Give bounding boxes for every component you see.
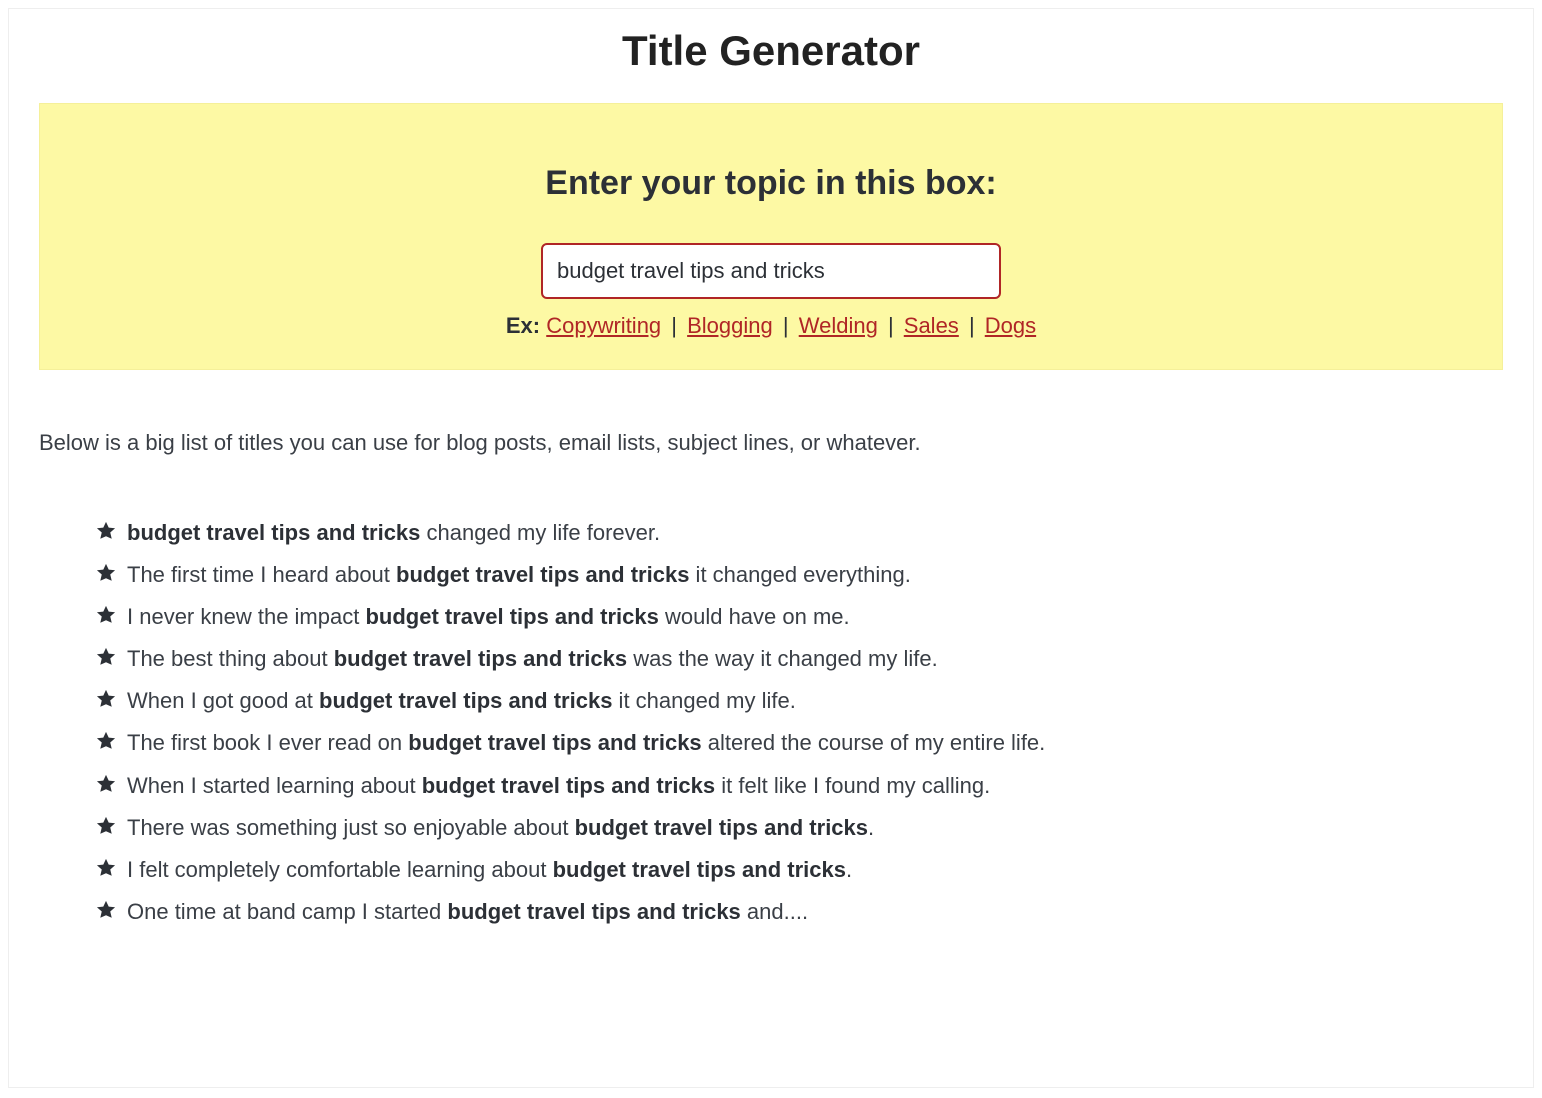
list-item: The first book I ever read on budget tra…	[95, 726, 1503, 760]
topic-entry-box: Enter your topic in this box: Ex: Copywr…	[39, 103, 1503, 370]
intro-text: Below is a big list of titles you can us…	[39, 430, 1503, 456]
title-before-text: When I got good at	[127, 688, 319, 713]
title-after-text: changed my life forever.	[420, 520, 660, 545]
star-icon[interactable]	[95, 644, 117, 666]
title-topic: budget travel tips and tricks	[447, 899, 740, 924]
title-after-text: altered the course of my entire life.	[702, 730, 1046, 755]
list-item: When I got good at budget travel tips an…	[95, 684, 1503, 718]
example-link-dogs[interactable]: Dogs	[985, 313, 1036, 338]
list-item: The first time I heard about budget trav…	[95, 558, 1503, 592]
title-after-text: .	[868, 815, 874, 840]
topic-input[interactable]	[541, 243, 1001, 299]
example-link-welding[interactable]: Welding	[799, 313, 878, 338]
star-icon[interactable]	[95, 771, 117, 793]
example-link-copywriting[interactable]: Copywriting	[546, 313, 661, 338]
list-item: One time at band camp I started budget t…	[95, 895, 1503, 929]
star-icon[interactable]	[95, 728, 117, 750]
title-after-text: .	[846, 857, 852, 882]
list-item: I felt completely comfortable learning a…	[95, 853, 1503, 887]
title-topic: budget travel tips and tricks	[365, 604, 658, 629]
title-topic: budget travel tips and tricks	[553, 857, 846, 882]
page-title: Title Generator	[39, 27, 1503, 75]
star-icon[interactable]	[95, 813, 117, 835]
list-item: When I started learning about budget tra…	[95, 769, 1503, 803]
title-before-text: The first time I heard about	[127, 562, 396, 587]
topic-heading: Enter your topic in this box:	[60, 164, 1482, 203]
star-icon[interactable]	[95, 855, 117, 877]
separator: |	[783, 313, 795, 338]
example-link-sales[interactable]: Sales	[904, 313, 959, 338]
title-after-text: would have on me.	[659, 604, 850, 629]
list-item: I never knew the impact budget travel ti…	[95, 600, 1503, 634]
title-topic: budget travel tips and tricks	[408, 730, 701, 755]
title-topic: budget travel tips and tricks	[575, 815, 868, 840]
star-icon[interactable]	[95, 602, 117, 624]
title-after-text: was the way it changed my life.	[627, 646, 938, 671]
title-topic: budget travel tips and tricks	[396, 562, 689, 587]
list-item: There was something just so enjoyable ab…	[95, 811, 1503, 845]
star-icon[interactable]	[95, 560, 117, 582]
star-icon[interactable]	[95, 686, 117, 708]
title-topic: budget travel tips and tricks	[334, 646, 627, 671]
title-before-text: When I started learning about	[127, 773, 422, 798]
title-before-text: The best thing about	[127, 646, 334, 671]
title-topic: budget travel tips and tricks	[127, 520, 420, 545]
title-after-text: it changed everything.	[689, 562, 910, 587]
title-before-text: The first book I ever read on	[127, 730, 408, 755]
example-link-blogging[interactable]: Blogging	[687, 313, 773, 338]
title-after-text: it changed my life.	[612, 688, 795, 713]
title-before-text: I felt completely comfortable learning a…	[127, 857, 553, 882]
title-topic: budget travel tips and tricks	[422, 773, 715, 798]
list-item: The best thing about budget travel tips …	[95, 642, 1503, 676]
title-topic: budget travel tips and tricks	[319, 688, 612, 713]
page-container: Title Generator Enter your topic in this…	[8, 8, 1534, 1088]
generated-title-list: budget travel tips and tricks changed my…	[39, 516, 1503, 929]
separator: |	[671, 313, 683, 338]
title-after-text: it felt like I found my calling.	[715, 773, 990, 798]
examples-row: Ex: Copywriting | Blogging | Welding | S…	[60, 313, 1482, 339]
separator: |	[888, 313, 900, 338]
title-before-text: I never knew the impact	[127, 604, 365, 629]
title-after-text: and....	[741, 899, 808, 924]
title-before-text: One time at band camp I started	[127, 899, 447, 924]
example-label: Ex:	[506, 313, 540, 338]
title-before-text: There was something just so enjoyable ab…	[127, 815, 575, 840]
star-icon[interactable]	[95, 518, 117, 540]
list-item: budget travel tips and tricks changed my…	[95, 516, 1503, 550]
separator: |	[969, 313, 981, 338]
star-icon[interactable]	[95, 897, 117, 919]
